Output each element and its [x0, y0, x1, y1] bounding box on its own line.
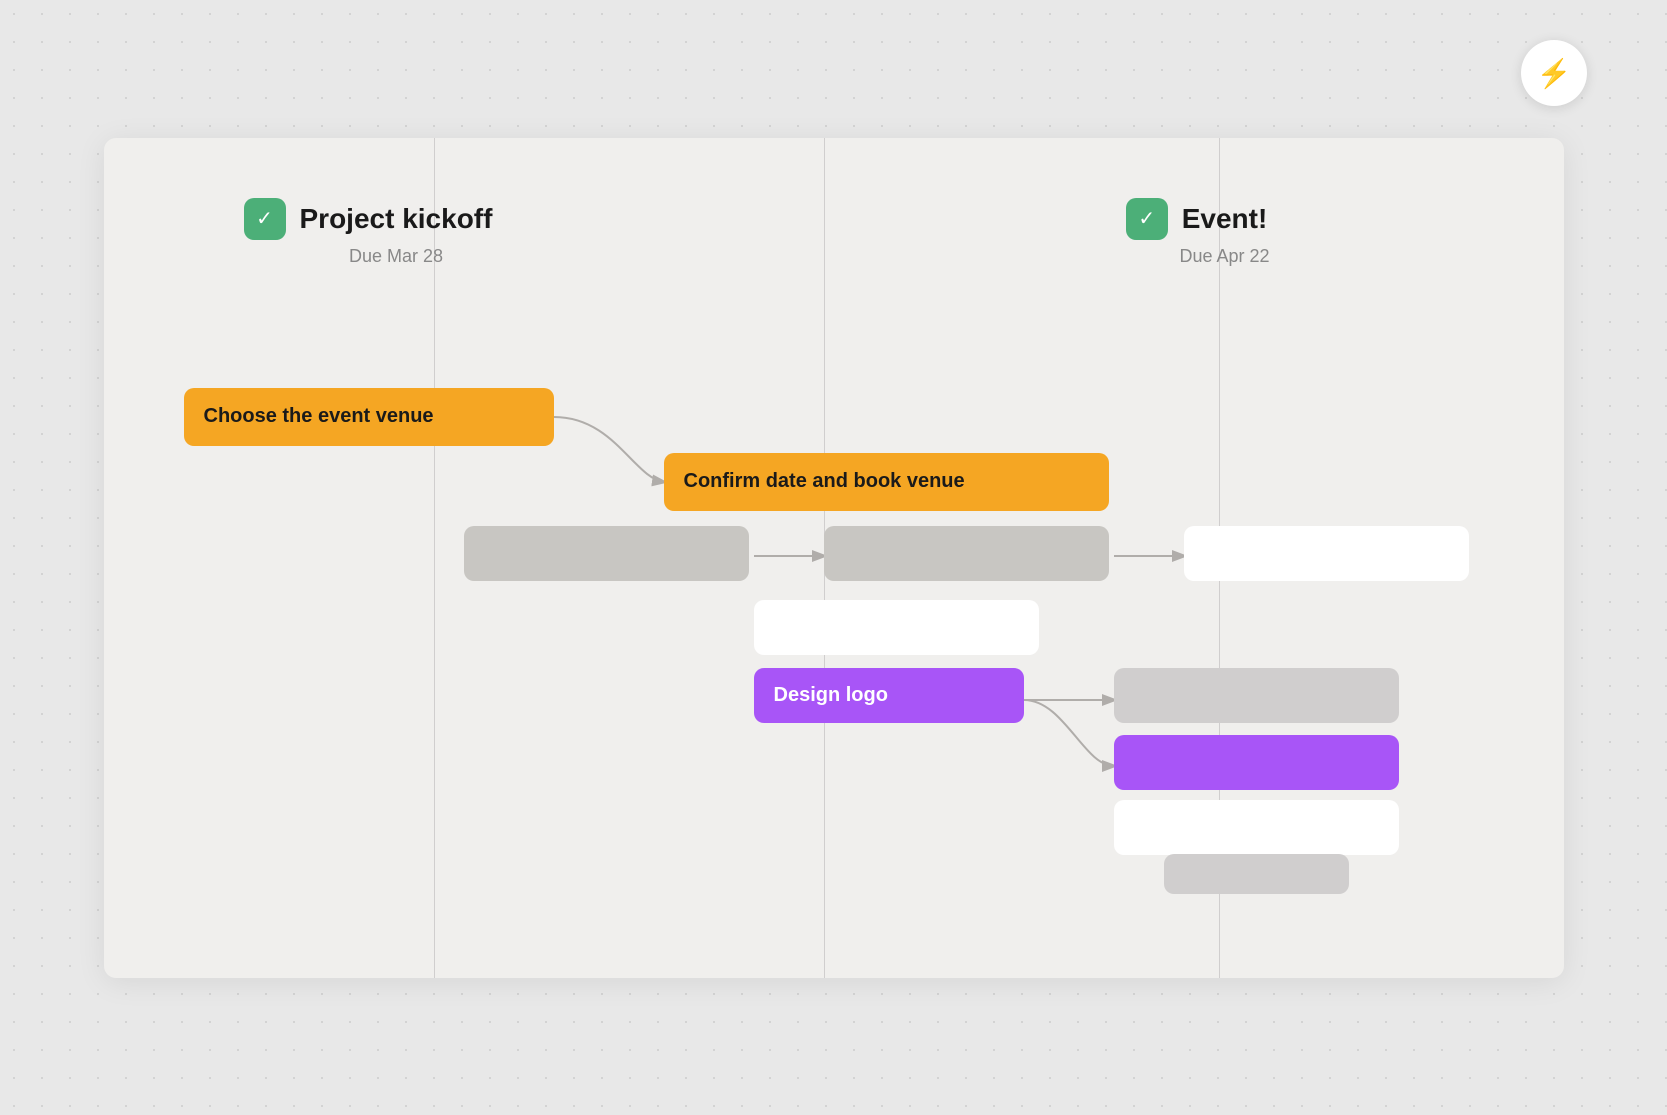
task-choose-venue[interactable]: Choose the event venue — [184, 388, 554, 446]
milestone-title-2: Event! — [1182, 203, 1268, 235]
milestone-due-1: Due Mar 28 — [349, 246, 443, 267]
milestone-event: ✓ Event! Due Apr 22 — [1124, 198, 1270, 267]
task-white-3[interactable] — [1114, 800, 1399, 855]
task-gray-light-1[interactable] — [1114, 668, 1399, 723]
task-gray-1[interactable] — [464, 526, 749, 581]
milestone-header-2: ✓ Event! — [1126, 198, 1268, 240]
task-gray-light-2[interactable] — [1164, 854, 1349, 894]
milestone-title-1: Project kickoff — [300, 203, 493, 235]
task-purple-2[interactable] — [1114, 735, 1399, 790]
task-white-2[interactable] — [754, 600, 1039, 655]
lightning-button[interactable]: ⚡ — [1521, 40, 1587, 106]
milestone-project-kickoff: ✓ Project kickoff Due Mar 28 — [244, 198, 493, 267]
task-gray-2[interactable] — [824, 526, 1109, 581]
milestone-check-icon-2: ✓ — [1126, 198, 1168, 240]
canvas: ✓ Project kickoff Due Mar 28 ✓ Event! Du… — [104, 138, 1564, 978]
task-design-logo[interactable]: Design logo — [754, 668, 1024, 723]
task-confirm-date[interactable]: Confirm date and book venue — [664, 453, 1109, 511]
milestone-header-1: ✓ Project kickoff — [244, 198, 493, 240]
task-white-1[interactable] — [1184, 526, 1469, 581]
milestone-due-2: Due Apr 22 — [1180, 246, 1270, 267]
lightning-icon: ⚡ — [1537, 57, 1572, 90]
milestone-check-icon-1: ✓ — [244, 198, 286, 240]
